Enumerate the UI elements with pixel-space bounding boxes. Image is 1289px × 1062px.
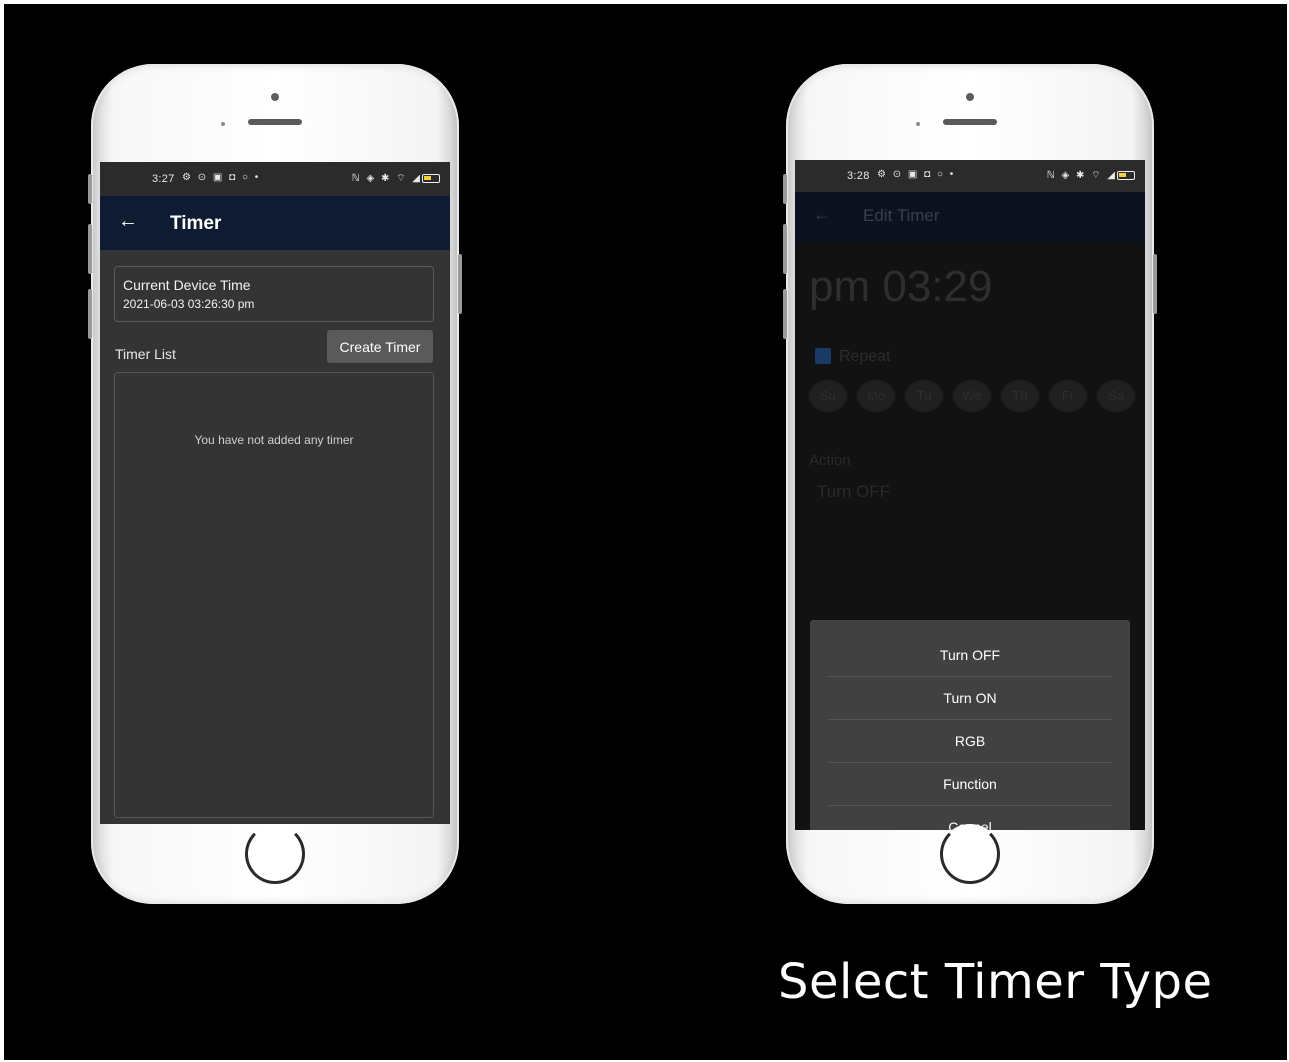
- action-value[interactable]: Turn OFF: [817, 482, 890, 502]
- front-camera: [966, 93, 974, 101]
- timer-type-sheet: Turn OFF Turn ON RGB Function Cancel: [810, 620, 1130, 830]
- page-title: Timer: [170, 213, 222, 234]
- timer-list-label: Timer List: [115, 346, 176, 362]
- status-notification-icons: ⚙ ⊙ ▣ ◘ ○ •: [877, 169, 956, 180]
- slide-background: 3:27 ⚙ ⊙ ▣ ◘ ○ • ℕ ◈ ✱ ⌔ ◢ ← Timer Curre…: [4, 4, 1287, 1060]
- repeat-checkbox[interactable]: [815, 348, 831, 364]
- volume-up-button: [783, 224, 787, 274]
- empty-state-message: You have not added any timer: [194, 433, 354, 447]
- edit-timer-content: pm 03:29 Repeat Su Mo Tu We Th Fr Sa Act…: [795, 242, 1145, 830]
- device-time-label: Current Device Time: [123, 277, 251, 293]
- weekday-selector: Su Mo Tu We Th Fr Sa: [809, 380, 1135, 412]
- screen-edit-timer: 3:28 ⚙ ⊙ ▣ ◘ ○ • ℕ ◈ ✱ ⌔ ◢ ← Edit Timer …: [795, 160, 1145, 830]
- page-title: Edit Timer: [863, 206, 940, 225]
- status-bar: 3:28 ⚙ ⊙ ▣ ◘ ○ • ℕ ◈ ✱ ⌔ ◢: [795, 160, 1145, 192]
- repeat-label: Repeat: [839, 348, 891, 365]
- option-turn-on[interactable]: Turn ON: [828, 677, 1112, 720]
- mute-switch: [783, 174, 787, 204]
- status-system-icons: ℕ ◈ ✱ ⌔ ◢: [351, 173, 422, 184]
- device-time-value: 2021-06-03 03:26:30 pm: [123, 297, 255, 311]
- day-toggle[interactable]: Sa: [1097, 380, 1135, 412]
- phone-frame-right: 3:28 ⚙ ⊙ ▣ ◘ ○ • ℕ ◈ ✱ ⌔ ◢ ← Edit Timer …: [783, 64, 1157, 904]
- volume-down-button: [783, 289, 787, 339]
- mute-switch: [88, 174, 92, 204]
- device-time-card: Current Device Time 2021-06-03 03:26:30 …: [114, 266, 434, 322]
- status-time: 3:28: [847, 170, 870, 182]
- day-toggle[interactable]: Fr: [1049, 380, 1087, 412]
- slide-caption: Select Timer Type: [778, 954, 1213, 1010]
- day-toggle[interactable]: We: [953, 380, 991, 412]
- earpiece-speaker: [943, 119, 997, 125]
- power-button: [458, 254, 462, 314]
- option-rgb[interactable]: RGB: [828, 720, 1112, 763]
- screen-timer: 3:27 ⚙ ⊙ ▣ ◘ ○ • ℕ ◈ ✱ ⌔ ◢ ← Timer Curre…: [100, 162, 450, 824]
- front-camera: [271, 93, 279, 101]
- timer-content: Current Device Time 2021-06-03 03:26:30 …: [100, 250, 450, 824]
- option-function[interactable]: Function: [828, 763, 1112, 806]
- back-arrow-icon[interactable]: ←: [118, 210, 138, 233]
- battery-icon: [422, 174, 440, 183]
- proximity-sensor: [916, 122, 920, 126]
- back-arrow-icon[interactable]: ←: [813, 204, 831, 225]
- day-toggle[interactable]: Mo: [857, 380, 895, 412]
- create-timer-button[interactable]: Create Timer: [327, 330, 433, 363]
- action-label: Action: [809, 452, 851, 469]
- time-display[interactable]: pm 03:29: [809, 262, 992, 312]
- proximity-sensor: [221, 122, 225, 126]
- home-button[interactable]: [940, 824, 1000, 884]
- day-toggle[interactable]: Su: [809, 380, 847, 412]
- app-bar: ← Edit Timer: [795, 192, 1145, 242]
- status-notification-icons: ⚙ ⊙ ▣ ◘ ○ •: [182, 172, 261, 183]
- status-bar: 3:27 ⚙ ⊙ ▣ ◘ ○ • ℕ ◈ ✱ ⌔ ◢: [100, 162, 450, 196]
- battery-icon: [1117, 171, 1135, 180]
- app-bar: ← Timer: [100, 196, 450, 250]
- timer-list: You have not added any timer: [114, 372, 434, 818]
- phone-frame-left: 3:27 ⚙ ⊙ ▣ ◘ ○ • ℕ ◈ ✱ ⌔ ◢ ← Timer Curre…: [88, 64, 462, 904]
- earpiece-speaker: [248, 119, 302, 125]
- power-button: [1153, 254, 1157, 314]
- volume-down-button: [88, 289, 92, 339]
- option-turn-off[interactable]: Turn OFF: [828, 634, 1112, 677]
- day-toggle[interactable]: Tu: [905, 380, 943, 412]
- volume-up-button: [88, 224, 92, 274]
- status-system-icons: ℕ ◈ ✱ ⌔ ◢: [1046, 170, 1117, 181]
- home-button[interactable]: [245, 824, 305, 884]
- day-toggle[interactable]: Th: [1001, 380, 1039, 412]
- status-time: 3:27: [152, 173, 175, 185]
